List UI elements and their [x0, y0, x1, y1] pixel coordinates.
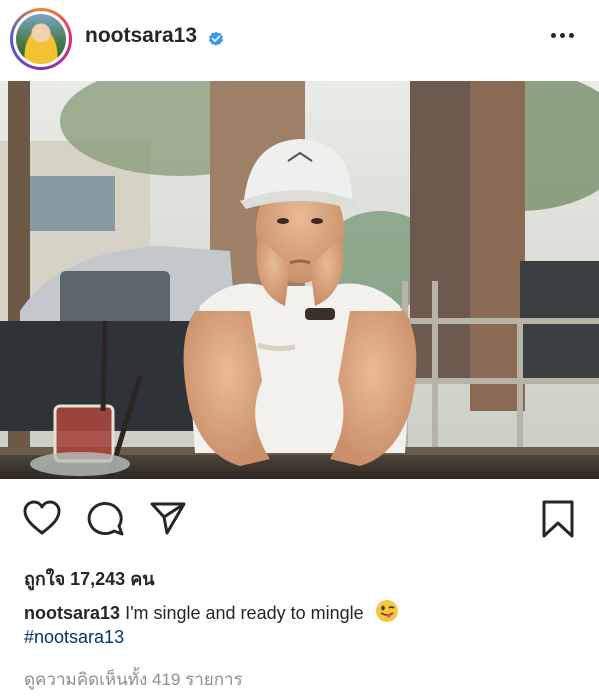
more-horizontal-icon	[551, 33, 556, 38]
post-photo[interactable]	[0, 81, 599, 479]
comment-icon[interactable]	[86, 499, 126, 537]
post-caption: nootsara13 I'm single and ready to mingl…	[24, 599, 399, 624]
profile-avatar[interactable]	[10, 8, 72, 70]
avatar-image	[16, 14, 66, 64]
caption-text: I'm single and ready to mingle	[125, 603, 364, 623]
share-icon[interactable]	[148, 499, 188, 537]
username-link[interactable]: nootsara13	[85, 24, 197, 48]
bookmark-icon[interactable]	[540, 499, 576, 539]
caption-username[interactable]: nootsara13	[24, 603, 120, 623]
heart-icon[interactable]	[22, 499, 62, 537]
hashtag-link[interactable]: #nootsara13	[24, 627, 124, 648]
photo-scene	[0, 81, 599, 479]
view-all-comments-link[interactable]: ดูความคิดเห็นทั้ง 419 รายการ	[24, 666, 243, 693]
verified-badge-icon	[209, 31, 223, 46]
likes-count[interactable]: ถูกใจ 17,243 คน	[24, 564, 155, 593]
post-header: nootsara13	[0, 0, 599, 80]
winking-face-with-tongue-icon	[375, 600, 398, 622]
more-options-button[interactable]	[551, 33, 577, 41]
